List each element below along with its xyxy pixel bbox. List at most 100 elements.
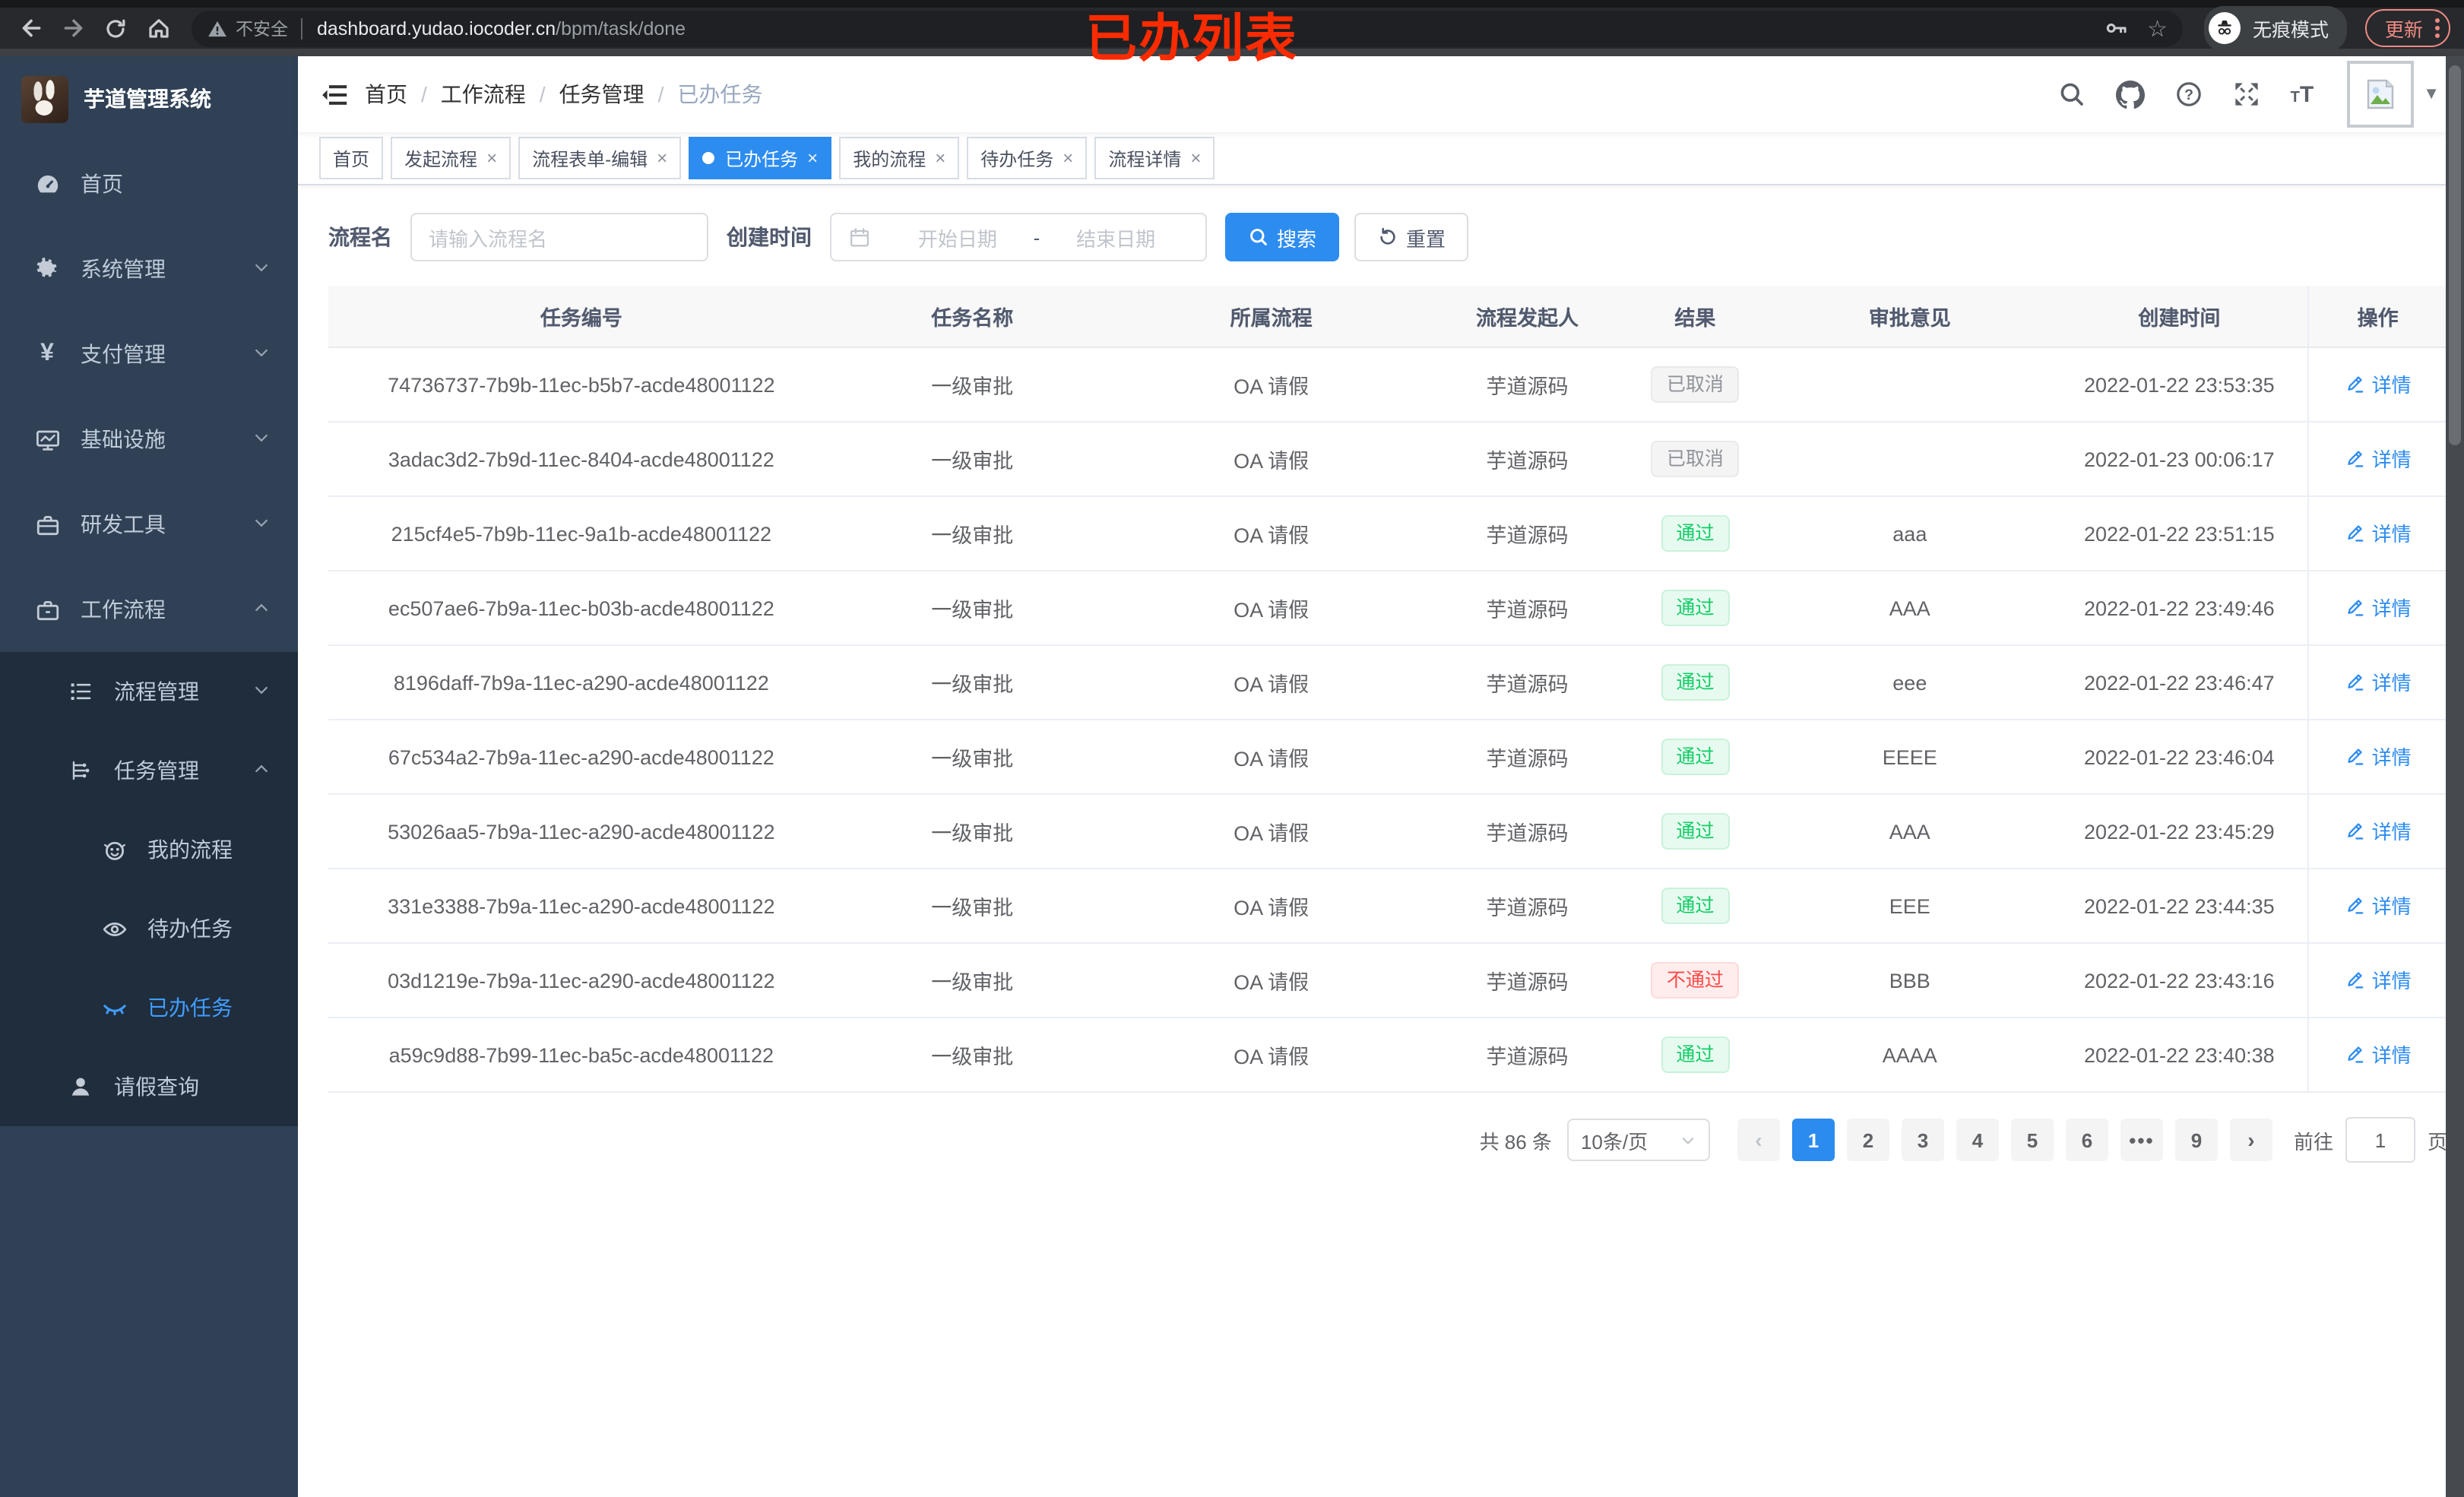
page-button-6[interactable]: 6 [2065, 1119, 2108, 1161]
sidebar-item-process-mgmt[interactable]: 流程管理 [0, 652, 298, 731]
annotation-text: 已办列表 [1085, 11, 1298, 68]
page-button-3[interactable]: 3 [1901, 1119, 1944, 1161]
back-button[interactable] [12, 10, 49, 46]
page-button-4[interactable]: 4 [1956, 1119, 1999, 1161]
page-scrollbar[interactable] [2446, 56, 2464, 1497]
question-icon: ? [2176, 82, 2201, 106]
chevron-down-icon [252, 342, 271, 366]
breadcrumb-task-mgmt[interactable]: 任务管理 [559, 79, 645, 109]
forward-button[interactable] [55, 10, 91, 46]
font-size-button[interactable]: TT [2276, 83, 2329, 106]
detail-button[interactable]: 详情 [2345, 519, 2412, 548]
chevron-down-icon [1682, 1137, 1694, 1144]
tab-发起流程[interactable]: 发起流程 × [391, 137, 511, 179]
password-key-icon[interactable] [2103, 15, 2129, 41]
page-ellipsis[interactable]: ••• [2120, 1119, 2163, 1161]
table-row: 67c534a2-7b9a-11ec-a290-acde48001122 一级审批… [328, 720, 2447, 795]
cell-task-id: 67c534a2-7b9a-11ec-a290-acde48001122 [328, 720, 835, 795]
cell-task-name: 一级审批 [834, 1018, 1110, 1093]
reset-button[interactable]: 重置 [1354, 213, 1469, 261]
page-size-select[interactable]: 10条/页 [1566, 1119, 1710, 1161]
sidebar-item-system[interactable]: 系统管理 [0, 226, 298, 312]
reload-button[interactable] [97, 10, 134, 46]
tab-close-icon[interactable]: × [807, 147, 818, 169]
goto-page-input[interactable] [2345, 1117, 2415, 1163]
cell-process: OA 请假 [1110, 645, 1433, 720]
cell-result: 已取消 [1622, 422, 1769, 497]
tab-我的流程[interactable]: 我的流程 × [839, 137, 960, 179]
tab-close-icon[interactable]: × [657, 147, 667, 169]
tab-已办任务[interactable]: 已办任务 × [689, 137, 832, 179]
tab-流程表单-编辑[interactable]: 流程表单-编辑 × [518, 137, 682, 179]
detail-button[interactable]: 详情 [2345, 966, 2412, 995]
browser-menu-icon[interactable] [2435, 11, 2440, 46]
detail-button[interactable]: 详情 [2345, 1040, 2412, 1069]
sidebar-item-todo-tasks[interactable]: 待办任务 [0, 889, 298, 968]
refresh-icon [1380, 227, 1395, 245]
page-button-5[interactable]: 5 [2010, 1119, 2054, 1161]
page-button-2[interactable]: 2 [1846, 1119, 1889, 1161]
sidebar-item-leave-query[interactable]: 请假查询 [0, 1047, 298, 1126]
breadcrumb-workflow[interactable]: 工作流程 [441, 79, 526, 109]
tab-待办任务[interactable]: 待办任务 × [967, 137, 1088, 179]
chevron-up-icon [252, 597, 271, 622]
tab-close-icon[interactable]: × [1190, 147, 1201, 169]
prev-page-button[interactable]: ‹ [1737, 1119, 1780, 1161]
sidebar-item-my-process[interactable]: 我的流程 [0, 810, 298, 889]
table-row: 331e3388-7b9a-11ec-a290-acde48001122 一级审批… [328, 869, 2447, 944]
avatar-caret-icon[interactable]: ▼ [2423, 85, 2440, 103]
cell-actions: 详情 [2307, 720, 2447, 795]
breadcrumb-home[interactable]: 首页 [365, 79, 407, 109]
cell-actions: 详情 [2307, 869, 2447, 944]
github-link[interactable] [2101, 80, 2160, 109]
search-button[interactable]: 搜索 [1225, 213, 1340, 261]
table-row: 8196daff-7b9a-11ec-a290-acde48001122 一级审批… [328, 645, 2447, 720]
detail-button[interactable]: 详情 [2345, 891, 2412, 920]
process-name-input[interactable]: 请输入流程名 [410, 213, 708, 261]
detail-button[interactable]: 详情 [2345, 817, 2412, 846]
incognito-chip: 无痕模式 [2204, 5, 2348, 51]
broken-image-icon [2367, 79, 2394, 109]
app-logo-row[interactable]: 芋道管理系统 [0, 56, 298, 141]
tab-流程详情[interactable]: 流程详情 × [1094, 137, 1215, 179]
sidebar-menu: 首页 系统管理 ¥ 支付管理 基础设施 研发工具 工作流程 流程管理 任务管理 … [0, 141, 298, 1126]
sidebar-item-infra[interactable]: 基础设施 [0, 397, 298, 482]
next-page-button[interactable]: › [2229, 1119, 2272, 1161]
scrollbar-thumb[interactable] [2449, 65, 2461, 445]
table-row: a59c9d88-7b99-11ec-ba5c-acde48001122 一级审批… [328, 1018, 2447, 1093]
sidebar-item-workflow[interactable]: 工作流程 [0, 567, 298, 652]
sidebar-item-home[interactable]: 首页 [0, 141, 298, 226]
sidebar-item-task-mgmt[interactable]: 任务管理 [0, 731, 298, 810]
tab-close-icon[interactable]: × [486, 147, 497, 169]
cell-created: 2022-01-22 23:46:47 [2051, 645, 2308, 720]
page-button-1[interactable]: 1 [1791, 1119, 1835, 1161]
header-search-button[interactable] [2043, 81, 2101, 108]
tab-close-icon[interactable]: × [1063, 147, 1073, 169]
sidebar-item-payment[interactable]: ¥ 支付管理 [0, 312, 298, 397]
avatar[interactable] [2347, 61, 2415, 128]
tab-close-icon[interactable]: × [935, 147, 945, 169]
tab-首页[interactable]: 首页 [319, 137, 384, 179]
cell-result: 通过 [1622, 496, 1769, 571]
detail-button[interactable]: 详情 [2345, 668, 2412, 697]
detail-button[interactable]: 详情 [2345, 370, 2412, 399]
detail-button[interactable]: 详情 [2345, 445, 2412, 473]
detail-button[interactable]: 详情 [2345, 742, 2412, 771]
end-date-placeholder: 结束日期 [1076, 227, 1156, 250]
fullscreen-button[interactable] [2218, 81, 2276, 108]
sidebar-item-devtools[interactable]: 研发工具 [0, 482, 298, 567]
cell-task-id: 8196daff-7b9a-11ec-a290-acde48001122 [328, 645, 835, 720]
sidebar-item-done-tasks[interactable]: 已办任务 [0, 968, 298, 1047]
chevron-up-icon [252, 758, 271, 783]
navbar-actions: ? TT ▼ [2043, 61, 2443, 128]
app-logo [21, 75, 68, 122]
browser-update-button[interactable]: 更新 [2365, 9, 2451, 47]
detail-button[interactable]: 详情 [2345, 593, 2412, 622]
sidebar-toggle-button[interactable] [319, 80, 365, 109]
page-button-9[interactable]: 9 [2174, 1119, 2218, 1161]
help-button[interactable]: ? [2160, 81, 2218, 108]
cell-starter: 芋道源码 [1432, 645, 1623, 720]
home-button[interactable] [140, 10, 176, 46]
bookmark-star-icon[interactable]: ☆ [2147, 14, 2168, 42]
date-range-input[interactable]: 开始日期 - 结束日期 [830, 213, 1207, 261]
